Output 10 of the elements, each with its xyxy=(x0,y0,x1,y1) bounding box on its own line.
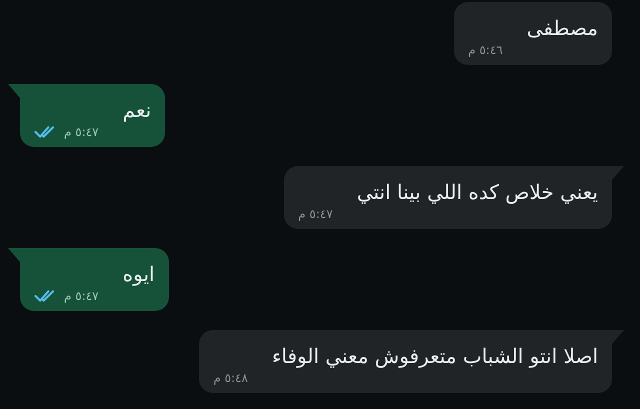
message-time: ٥:٤٧ م xyxy=(64,289,99,303)
message-time: ٥:٤٧ م xyxy=(298,207,333,221)
message-text: اصلا انتو الشباب متعرفوش معني الوفاء xyxy=(272,343,598,370)
message-text: ايوه xyxy=(122,261,155,288)
message-text: نعم xyxy=(122,97,152,124)
message-text: يعني خلاص كده اللي بينا انتي xyxy=(356,179,598,206)
message-text: مصطفى xyxy=(526,15,598,42)
message-time: ٥:٤٨ م xyxy=(213,371,248,385)
message-time: ٥:٤٦ م xyxy=(468,43,503,57)
message-time: ٥:٤٧ م xyxy=(64,125,99,139)
